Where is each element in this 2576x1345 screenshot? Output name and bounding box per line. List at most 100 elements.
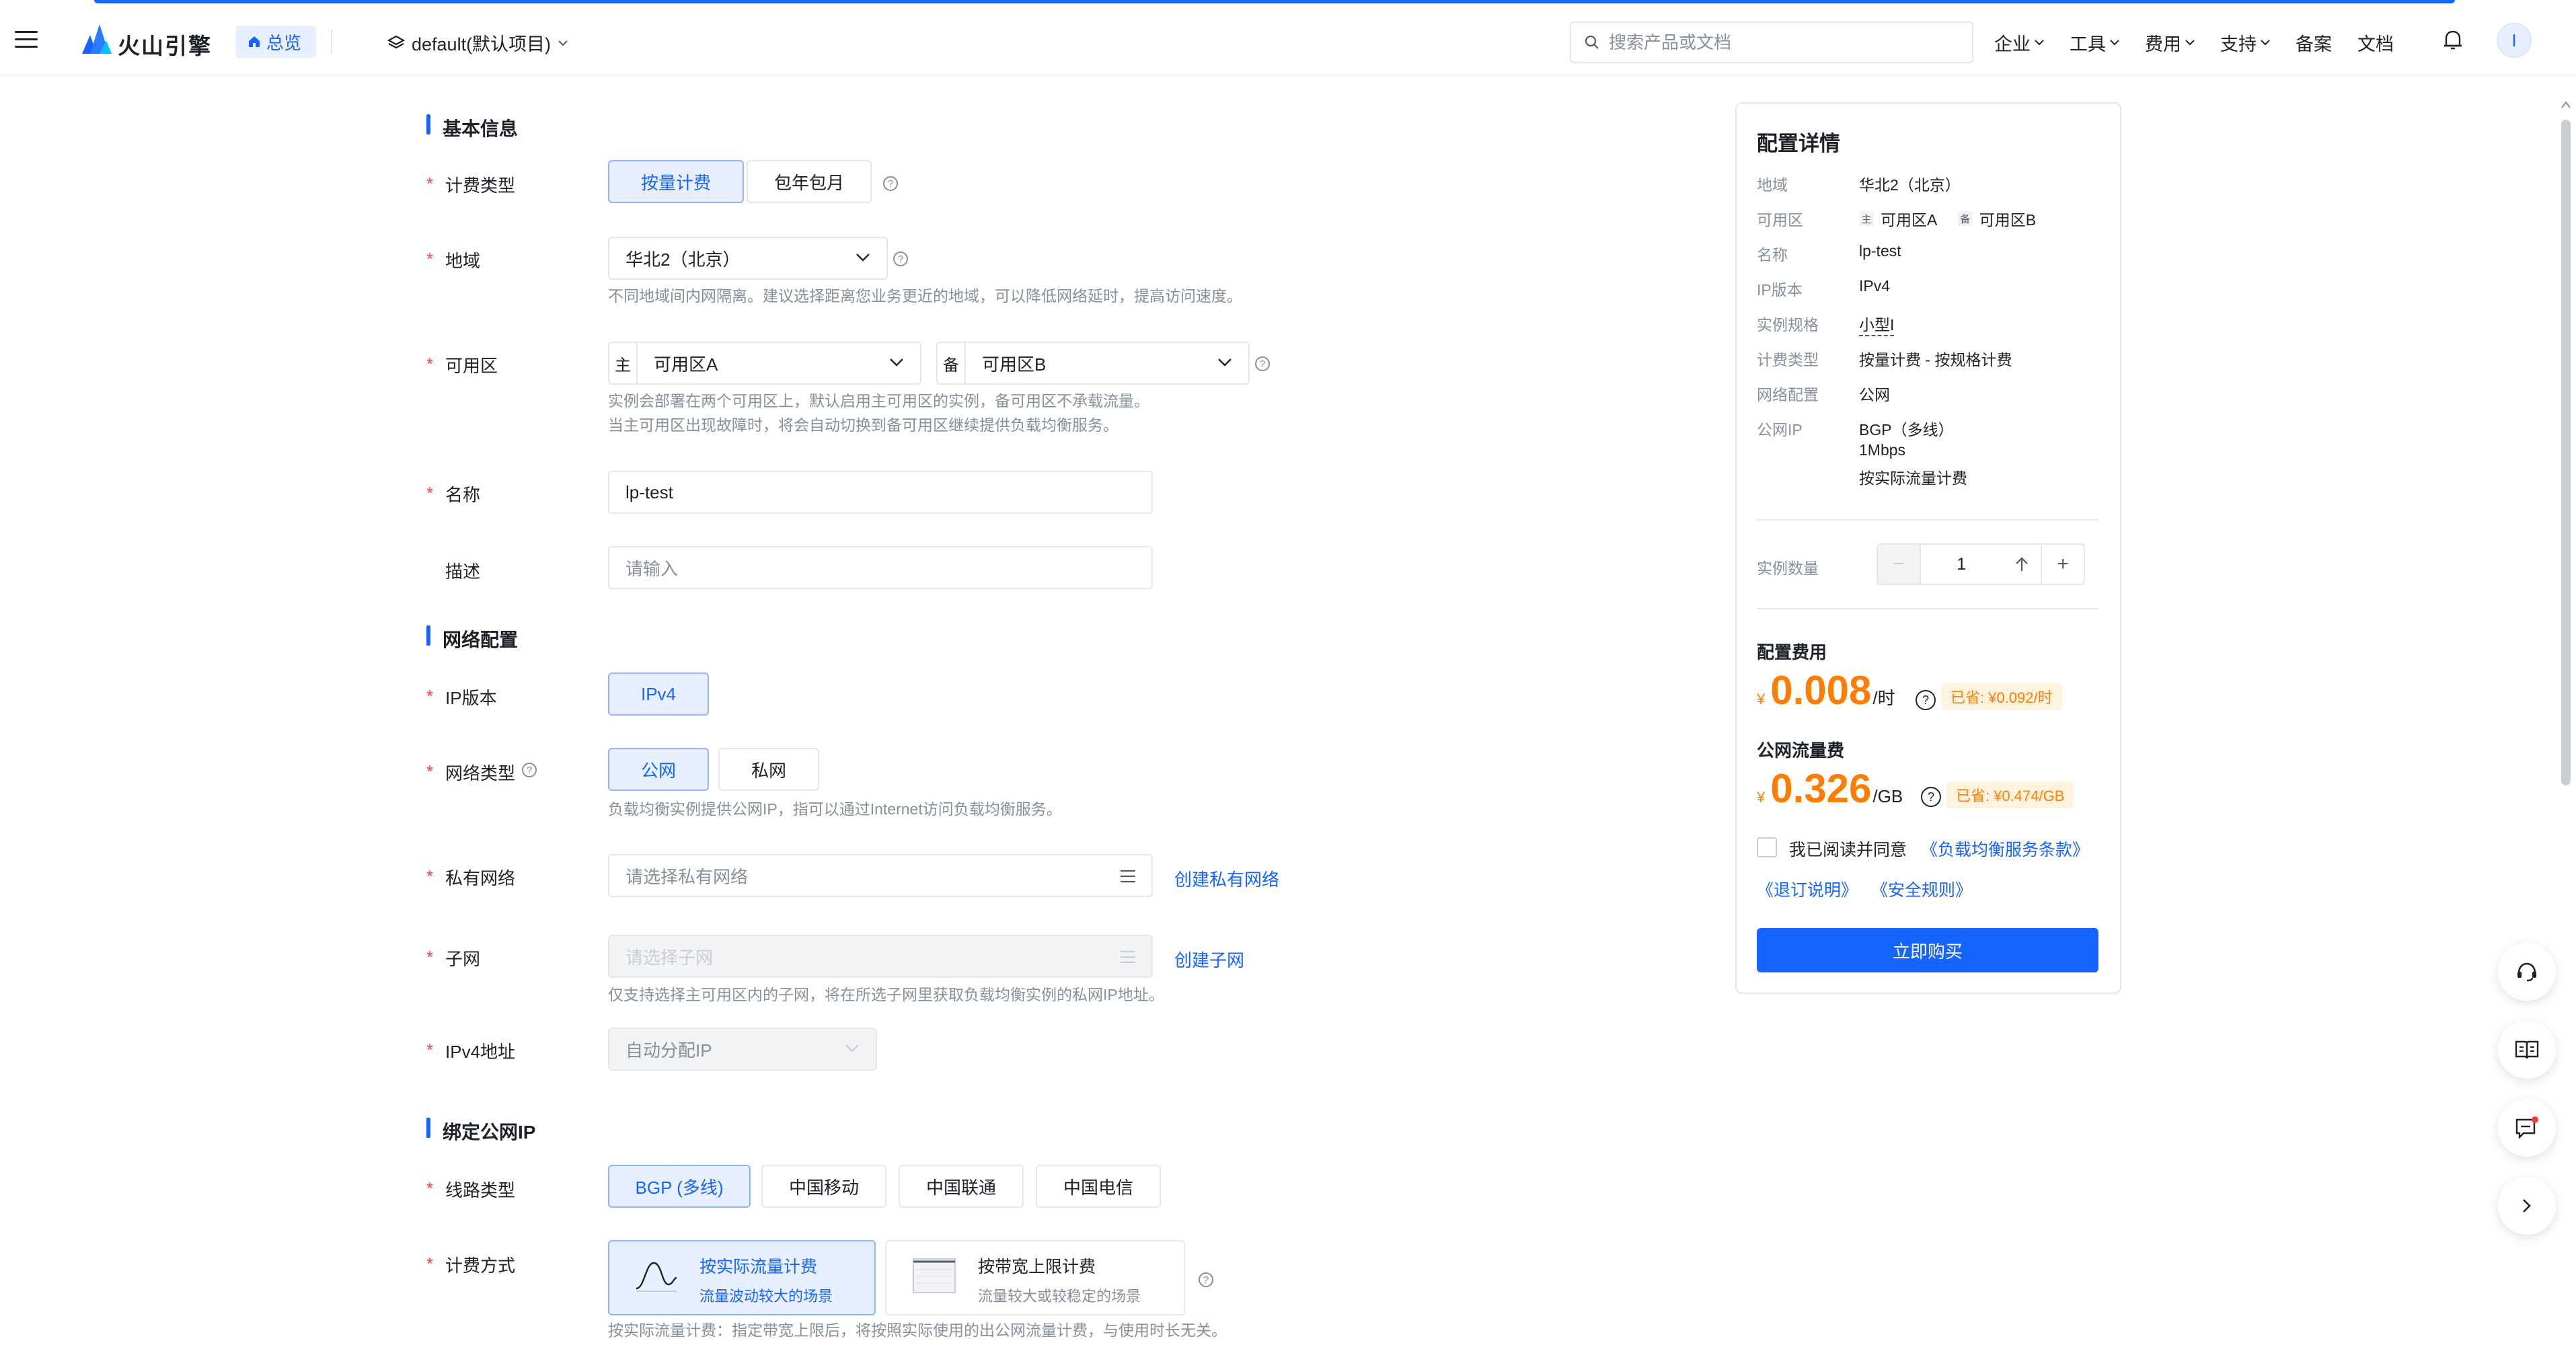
region-hint: 不同地域间内网隔离。建议选择距离您业务更近的地域，可以降低网络延时，提高访问速度… (608, 287, 1242, 305)
section-marker (426, 114, 430, 134)
arrow-up-icon[interactable] (2002, 545, 2043, 584)
line-type-cmcc[interactable]: 中国移动 (761, 1165, 886, 1208)
line-type-telecom[interactable]: 中国电信 (1036, 1165, 1161, 1208)
summary-label: 实例规格 (1757, 316, 1819, 334)
summary-eip-billing: 按实际流量计费 (1859, 469, 1967, 487)
create-vpc-link[interactable]: 创建私有网络 (1174, 866, 1279, 891)
user-avatar[interactable]: I (2497, 23, 2532, 58)
ip-version-label: IP版本 (445, 688, 497, 708)
docs-book-icon[interactable] (2498, 1021, 2556, 1079)
traffic-cost-label: 公网流量费 (1757, 740, 1845, 761)
create-subnet-link[interactable]: 创建子网 (1174, 947, 1244, 972)
increment-button[interactable]: + (2042, 545, 2084, 584)
primary-zone-select[interactable]: 主 可用区A (608, 342, 921, 385)
top-nav-menu: 企业 工具 费用 支持 备案 文档 (1994, 30, 2419, 56)
help-icon[interactable]: ? (893, 252, 908, 266)
nav-docs[interactable]: 文档 (2357, 30, 2394, 56)
overview-tab[interactable]: 总览 (235, 26, 317, 58)
ip-version-ipv4[interactable]: IPv4 (608, 672, 709, 716)
global-search[interactable] (1570, 22, 1973, 63)
home-icon (249, 36, 260, 47)
required-mark: * (426, 947, 434, 967)
line-type-unicom[interactable]: 中国联通 (899, 1165, 1024, 1208)
eip-billing-by-bandwidth[interactable]: 按带宽上限计费 流量较大或较稳定的场景 (885, 1240, 1185, 1315)
nav-support[interactable]: 支持 (2220, 30, 2270, 56)
help-icon[interactable]: ? (883, 176, 898, 191)
feedback-message-icon[interactable] (2498, 1099, 2556, 1157)
ipv4-address-label: IPv4地址 (445, 1042, 516, 1062)
nav-icp[interactable]: 备案 (2296, 30, 2332, 56)
panel-divider (1757, 519, 2098, 521)
scroll-up-arrow-icon[interactable] (2560, 94, 2572, 114)
decrement-button[interactable]: − (1878, 545, 1920, 584)
customer-service-icon[interactable] (2498, 943, 2556, 1001)
quantity-stepper[interactable]: − 1 + (1877, 543, 2085, 585)
help-icon[interactable]: ? (1921, 787, 1941, 807)
hamburger-menu-icon[interactable] (15, 31, 38, 48)
refund-policy-link[interactable]: 《退订说明》 (1757, 877, 1858, 901)
summary-label: 计费类型 (1757, 351, 1819, 369)
bandwidth-chart-icon (913, 1258, 956, 1293)
security-rules-link[interactable]: 《安全规则》 (1871, 877, 1972, 901)
ipv4-address-select[interactable]: 自动分配IP (608, 1028, 877, 1071)
config-price-value: 0.008 (1770, 668, 1872, 713)
project-selector[interactable]: default(默认项目) (387, 30, 568, 56)
name-input[interactable]: lp-test (608, 471, 1153, 514)
summary-billing-type: 按量计费 - 按规格计费 (1859, 351, 2012, 369)
config-cost-price: ¥ 0.008 /时 (1757, 667, 1895, 714)
ipv4-address-value: 自动分配IP (626, 1040, 712, 1061)
nav-tools[interactable]: 工具 (2070, 30, 2119, 56)
name-label: 名称 (445, 485, 481, 505)
expand-arrow-icon[interactable] (2498, 1177, 2556, 1235)
traffic-price-unit: /GB (1872, 786, 1903, 806)
config-price-unit: /时 (1872, 688, 1895, 708)
search-input[interactable] (1609, 32, 1959, 53)
nav-enterprise[interactable]: 企业 (1994, 30, 2044, 56)
subnet-select[interactable]: 请选择子网 (608, 935, 1153, 978)
network-type-hint: 负载均衡实例提供公网IP，指可以通过Internet访问负载均衡服务。 (608, 800, 1062, 818)
required-mark: * (426, 354, 434, 374)
list-icon (1121, 950, 1135, 964)
network-type-public[interactable]: 公网 (608, 748, 709, 791)
backup-zone-select[interactable]: 备 可用区B (936, 342, 1250, 385)
required-mark: * (426, 1178, 434, 1198)
help-icon[interactable]: ? (1916, 690, 1936, 710)
volcengine-logo-icon[interactable] (79, 20, 113, 55)
billing-subscription[interactable]: 包年包月 (747, 160, 872, 203)
summary-label: 名称 (1757, 246, 1788, 264)
bell-icon[interactable] (2441, 28, 2464, 52)
summary-network: 公网 (1859, 386, 1890, 404)
line-type-bgp[interactable]: BGP (多线) (608, 1165, 751, 1208)
eip-billing-hint: 按实际流量计费：指定带宽上限后，将按照实际使用的出公网流量计费，与使用时长无关。 (608, 1321, 1227, 1339)
summary-spec[interactable]: 小型I (1859, 312, 1895, 336)
summary-label: 公网IP (1757, 421, 1803, 438)
list-icon (1121, 870, 1135, 883)
quantity-value[interactable]: 1 (1919, 545, 2002, 584)
required-mark: * (426, 1254, 434, 1274)
vpc-select[interactable]: 请选择私有网络 (608, 854, 1153, 897)
summary-zone-primary: 主可用区A (1859, 207, 1937, 230)
buy-now-button[interactable]: 立即购买 (1757, 928, 2098, 972)
billing-pay-as-you-go[interactable]: 按量计费 (608, 160, 744, 203)
config-saved-badge: 已省: ¥0.092/时 (1941, 683, 2062, 710)
billing-type-label: 计费类型 (445, 176, 516, 196)
region-label: 地域 (445, 251, 481, 271)
brand-name[interactable]: 火山引擎 (118, 28, 212, 61)
terms-link[interactable]: 《负载均衡服务条款》 (1921, 837, 2089, 861)
vpc-label: 私有网络 (445, 868, 516, 888)
zone-hint-2: 当主可用区出现故障时，将会自动切换到备可用区继续提供负载均衡服务。 (608, 416, 1119, 434)
currency-symbol: ¥ (1757, 789, 1766, 806)
page-scrollbar[interactable] (2561, 120, 2571, 785)
region-select[interactable]: 华北2（北京） (608, 237, 888, 280)
help-icon[interactable]: ? (522, 763, 537, 777)
summary-region: 华北2（北京） (1859, 176, 1961, 194)
vpc-placeholder: 请选择私有网络 (626, 866, 749, 887)
help-icon[interactable]: ? (1199, 1272, 1213, 1287)
eip-billing-by-traffic[interactable]: 按实际流量计费 流量波动较大的场景 (608, 1240, 876, 1315)
network-type-private[interactable]: 私网 (718, 748, 819, 791)
help-icon[interactable]: ? (1255, 356, 1270, 371)
summary-ip-version: IPv4 (1859, 277, 1891, 295)
agree-checkbox[interactable] (1757, 837, 1777, 857)
nav-billing[interactable]: 费用 (2145, 30, 2195, 56)
description-input[interactable]: 请输入 (608, 546, 1153, 589)
